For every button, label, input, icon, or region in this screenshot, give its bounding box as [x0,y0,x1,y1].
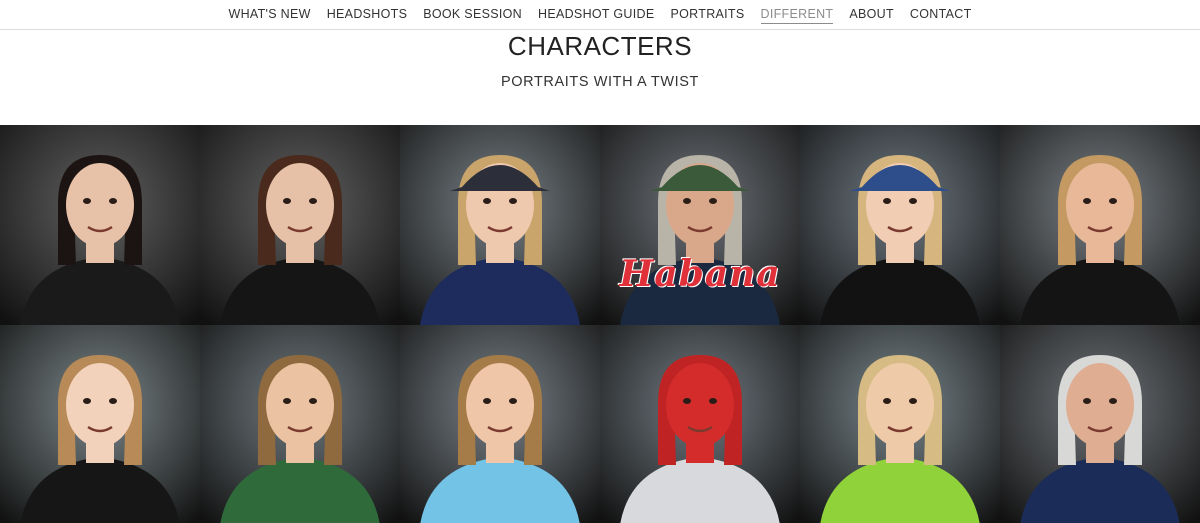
nav-item-contact[interactable]: CONTACT [910,6,972,23]
portrait-gallery: Habana [0,125,1200,523]
nav-item-about[interactable]: ABOUT [849,6,894,23]
nav-item-whats-new[interactable]: WHAT'S NEW [228,6,310,23]
girl-funny-face-photo[interactable] [0,325,200,523]
main-navigation: WHAT'S NEW HEADSHOTS BOOK SESSION HEADSH… [0,0,1200,30]
boy-green-jersey-photo[interactable] [200,325,400,523]
nav-item-headshots[interactable]: HEADSHOTS [327,6,408,23]
man-hand-face-photo[interactable] [1000,325,1200,523]
boy-lime-shirt-photo[interactable] [800,325,1000,523]
boy-light-blue-tee-photo[interactable] [400,325,600,523]
nav-item-portraits[interactable]: PORTRAITS [671,6,745,23]
girl-blue-hat-smile-photo[interactable] [800,125,1000,325]
nav-item-book-session[interactable]: BOOK SESSION [423,6,522,23]
woman-surprised-hands-photo[interactable] [1000,125,1200,325]
page-title: CHARACTERS [507,31,693,61]
woman-studded-jacket-photo[interactable] [200,125,400,325]
nav-item-headshot-guide[interactable]: HEADSHOT GUIDE [538,6,655,23]
boy-cap-lollipop-photo[interactable] [400,125,600,325]
nav-item-different[interactable]: DIFFERENT [760,6,834,24]
poster-title-text: Habana [619,253,781,295]
woman-leather-jacket-photo[interactable] [0,125,200,325]
child-spiderman-mask-photo[interactable] [600,325,800,523]
page-subtitle: PORTRAITS WITH A TWIST [501,74,699,90]
man-cigar-habana-photo[interactable]: Habana [600,125,800,325]
